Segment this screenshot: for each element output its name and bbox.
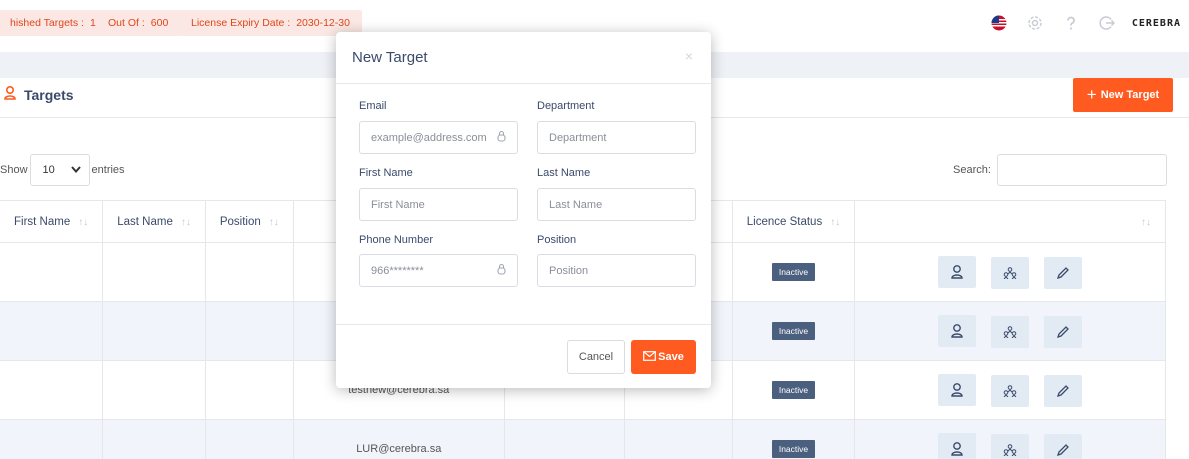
phone-label: Phone Number [359,234,433,246]
envelope-icon [643,350,657,364]
modal-body: Email example@address.com Department Dep… [336,84,711,324]
lock-icon [497,263,506,278]
lock-icon [497,130,506,145]
last-name-label: Last Name [537,167,591,179]
department-label: Department [537,100,595,112]
modal-footer: Cancel Save [336,324,711,388]
email-field[interactable]: example@address.com [359,121,518,154]
department-field[interactable]: Department [537,121,696,154]
first-name-field[interactable]: First Name [359,188,518,221]
modal-header: New Target × [336,32,711,84]
modal-title: New Target [352,49,428,66]
position-field[interactable]: Position [537,254,696,287]
last-name-field[interactable]: Last Name [537,188,696,221]
position-label: Position [537,234,577,246]
first-name-label: First Name [359,167,413,179]
email-label: Email [359,100,387,112]
close-icon[interactable]: × [685,48,693,64]
phone-field[interactable]: 966******** [359,254,518,287]
save-button[interactable]: Save [631,340,696,374]
new-target-modal: New Target × Email example@address.com D… [336,32,711,388]
cancel-button[interactable]: Cancel [567,340,625,374]
